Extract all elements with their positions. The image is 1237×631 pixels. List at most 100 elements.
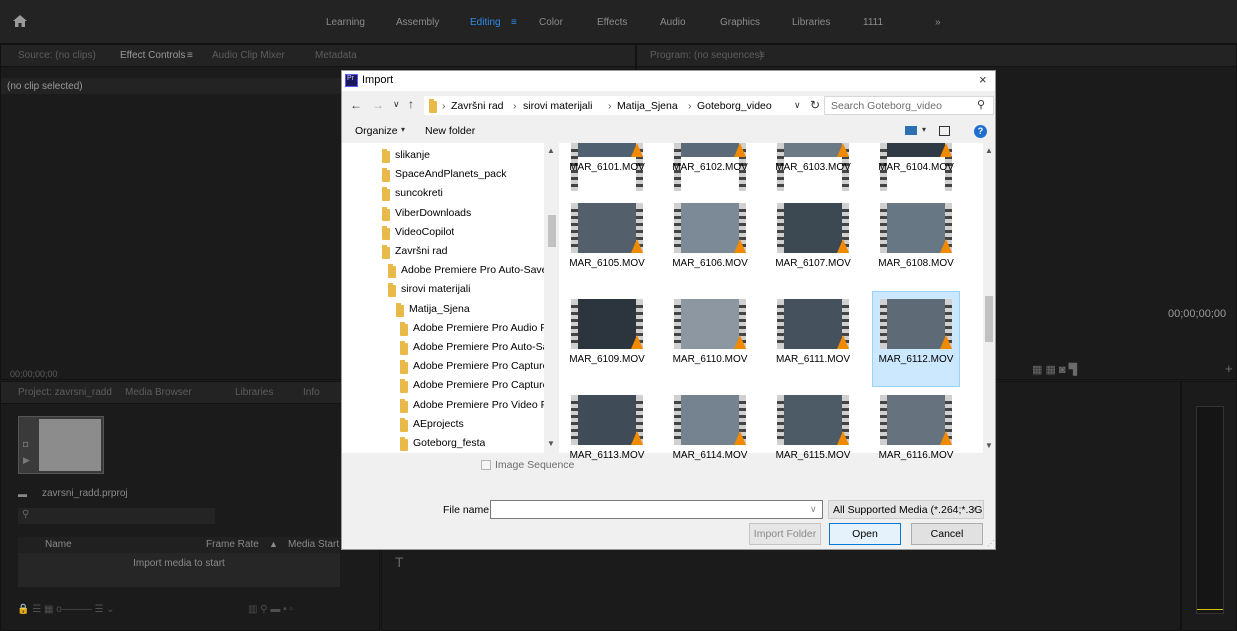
workspace-editing[interactable]: Editing [470,17,501,28]
nav-folder-item[interactable]: SpaceAndPlanets_pack [395,168,507,180]
home-icon[interactable] [12,13,28,29]
nav-scrollbar[interactable]: ▲ ▼ [544,143,559,453]
workspace-libraries[interactable]: Libraries [792,17,830,28]
nav-folder-item[interactable]: Matija_Sjena [409,303,470,315]
forward-icon[interactable]: → [372,98,384,112]
path-segment-2[interactable]: sirovi materijali [523,100,592,112]
file-name-label[interactable]: MAR_6101.MOV [559,162,655,173]
nav-folder-item[interactable]: Adobe Premiere Pro Auto-Save [401,264,544,276]
file-name-label[interactable]: MAR_6108.MOV [868,258,964,269]
scroll-up-icon[interactable]: ▲ [547,146,555,155]
nav-scroll-thumb[interactable] [548,215,556,247]
column-name[interactable]: Name [45,539,72,550]
file-type-dropdown-icon[interactable]: ∨ [972,504,979,515]
project-empty-area[interactable]: Import media to start [18,553,340,587]
view-options-icon[interactable] [905,126,917,135]
nav-folder-item[interactable]: suncokreti [395,187,443,199]
nav-folder-item[interactable]: Završni rad [395,245,448,257]
nav-folder-item[interactable]: ViberDownloads [395,207,471,219]
file-type-select[interactable]: All Supported Media (*.264;*.3G ∨ [828,500,984,519]
workspace-audio[interactable]: Audio [660,17,686,28]
project-actions-icon[interactable]: ▥ ⚲ ▬ ▪ ▫ [248,604,293,615]
workspace-color[interactable]: Color [539,17,563,28]
path-segment-4[interactable]: Goteborg_video [697,100,772,112]
column-media-start[interactable]: Media Start [288,539,339,550]
file-name-label[interactable]: MAR_6111.MOV [765,354,861,365]
workspace-graphics[interactable]: Graphics [720,17,760,28]
project-bottom-tools-icon[interactable]: 🔒 ☰ ▦ o——— ☰ ⌄ [17,604,115,615]
type-tool-icon[interactable]: T [395,554,404,570]
workspace-assembly[interactable]: Assembly [396,17,439,28]
nav-folder-item[interactable]: slikanje [395,149,430,161]
project-thumbnail[interactable]: ◘ ▶ [18,416,104,474]
column-frame-rate[interactable]: Frame Rate [206,539,259,550]
file-name-label[interactable]: MAR_6112.MOV [868,354,964,365]
address-bar[interactable]: › Završni rad › sirovi materijali › Mati… [424,96,826,115]
tab-program[interactable]: Program: (no sequences) [650,50,763,61]
search-input[interactable]: Search Goteborg_video ⚲ [824,96,994,115]
workspace-overflow-icon[interactable]: » [935,17,941,28]
preview-pane-icon[interactable] [939,126,950,136]
help-icon[interactable]: ? [974,125,987,138]
tab-effect-controls[interactable]: Effect Controls [120,50,185,61]
scroll-down-icon[interactable]: ▼ [985,441,993,450]
file-name-label[interactable]: MAR_6110.MOV [662,354,758,365]
nav-folder-item[interactable]: Adobe Premiere Pro Captured [413,360,544,372]
path-segment-3[interactable]: Matija_Sjena [617,100,678,112]
file-name-label[interactable]: MAR_6114.MOV [662,450,758,461]
image-sequence-checkbox[interactable] [481,460,491,470]
tab-menu-icon[interactable]: ≡ [187,50,193,61]
cancel-button[interactable]: Cancel [911,523,983,545]
add-button-icon[interactable]: + [1225,361,1233,376]
tab-project[interactable]: Project: zavrsni_radd [18,387,112,398]
view-dropdown-icon[interactable]: ▾ [922,125,926,134]
workspace-learning[interactable]: Learning [326,17,365,28]
refresh-icon[interactable]: ↻ [810,98,820,112]
file-name-label[interactable]: MAR_6109.MOV [559,354,655,365]
import-folder-button[interactable]: Import Folder [749,523,821,545]
scroll-up-icon[interactable]: ▲ [985,146,993,155]
file-name-label[interactable]: MAR_6107.MOV [765,258,861,269]
nav-folder-item[interactable]: Adobe Premiere Pro Auto-Save [413,341,544,353]
up-icon[interactable]: ↑ [408,97,414,111]
back-icon[interactable]: ← [350,98,362,112]
file-scroll-thumb[interactable] [985,296,993,342]
nav-folder-item[interactable]: Adobe Premiere Pro Audio Pre [413,322,544,334]
file-name-label[interactable]: MAR_6102.MOV [662,162,758,173]
scroll-down-icon[interactable]: ▼ [547,439,555,448]
nav-folder-item[interactable]: AEprojects [413,418,464,430]
nav-folder-item[interactable]: sirovi materijali [401,283,470,295]
nav-folder-item[interactable]: Adobe Premiere Pro Video Pre [413,399,544,411]
address-dropdown-icon[interactable]: ∨ [794,100,801,111]
file-name-dropdown-icon[interactable]: ∨ [810,504,817,515]
resize-grip-icon[interactable]: ⋰ [987,539,995,548]
tab-source[interactable]: Source: (no clips) [18,50,96,61]
organize-button[interactable]: Organize [355,125,398,137]
tab-metadata[interactable]: Metadata [315,50,357,61]
file-name-label[interactable]: MAR_6116.MOV [868,450,964,461]
tab-libraries[interactable]: Libraries [235,387,273,398]
file-name-label[interactable]: MAR_6105.MOV [559,258,655,269]
nav-folder-item[interactable]: VideoCopilot [395,226,454,238]
recent-dropdown-icon[interactable]: ∨ [393,99,400,110]
nav-folder-item[interactable]: Goteborg_festa [413,437,485,449]
file-name-label[interactable]: MAR_6103.MOV [765,162,861,173]
tab-info[interactable]: Info [303,387,320,398]
open-button[interactable]: Open [829,523,901,545]
tab-audio-clip-mixer[interactable]: Audio Clip Mixer [212,50,285,61]
file-name-label[interactable]: MAR_6115.MOV [765,450,861,461]
path-segment-1[interactable]: Završni rad [451,100,504,112]
new-folder-button[interactable]: New folder [425,125,475,137]
tab-media-browser[interactable]: Media Browser [125,387,192,398]
file-scrollbar[interactable]: ▲ ▼ [983,143,995,453]
file-name-label[interactable]: MAR_6106.MOV [662,258,758,269]
workspace-menu-icon[interactable]: ≡ [511,17,517,28]
file-name-input[interactable]: ∨ [490,500,823,519]
program-controls-icon[interactable]: ▦ ▦ ◙ ▜ [1032,363,1077,376]
file-name-label[interactable]: MAR_6104.MOV [868,162,964,173]
workspace-effects[interactable]: Effects [597,17,627,28]
nav-folder-item[interactable]: Adobe Premiere Pro Captured [413,379,544,391]
program-tab-menu-icon[interactable]: ≡ [759,50,765,61]
project-search-input[interactable]: ⚲ [18,508,215,524]
close-icon[interactable]: × [979,72,987,87]
